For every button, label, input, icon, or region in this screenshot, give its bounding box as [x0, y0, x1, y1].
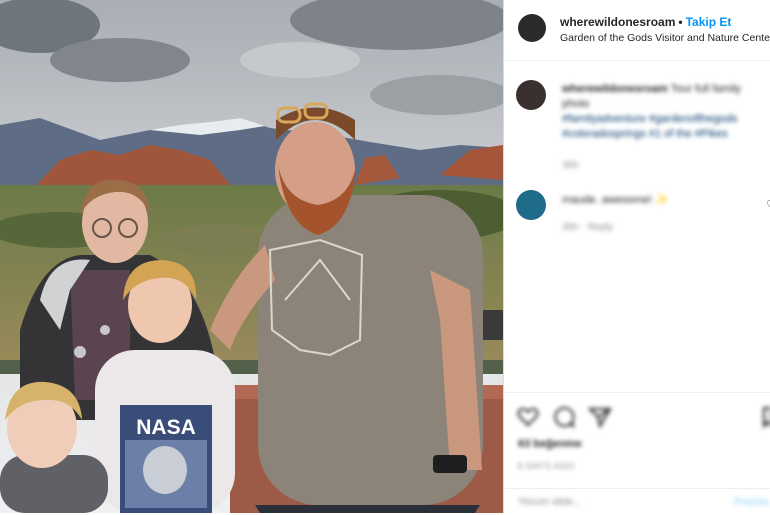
post-actions: 63 beğenme 6 DAYS AGO Yorum ekle... Payl…	[504, 392, 770, 514]
add-comment-row: Yorum ekle... Paylaş	[504, 488, 770, 515]
post-date: 6 DAYS AGO	[518, 461, 575, 471]
comment-avatar[interactable]	[516, 190, 546, 220]
comment-username[interactable]: wherewildonesroam	[562, 83, 668, 95]
post-comment-button[interactable]: Paylaş	[734, 495, 769, 510]
separator-dot: •	[678, 15, 683, 29]
post-photo[interactable]: NASA	[0, 0, 503, 513]
comment-timestamp: 36h	[562, 160, 579, 171]
caption-hashtags[interactable]: #familyadventure #gardenofthegods #color…	[562, 112, 762, 142]
follow-button[interactable]: Takip Et	[686, 15, 732, 29]
heart-icon[interactable]	[516, 405, 540, 429]
location-link[interactable]: Garden of the Gods Visitor and Nature Ce…	[560, 32, 770, 44]
share-icon[interactable]	[588, 405, 612, 429]
comment-like-icon[interactable]: ♡	[766, 198, 770, 212]
username-link[interactable]: wherewildonesroam	[560, 15, 675, 29]
comment-body: maude. awesome! ✨	[562, 194, 669, 206]
nasa-shirt-text: NASA	[136, 416, 196, 439]
comment-avatar[interactable]	[516, 80, 546, 110]
header-user-line: wherewildonesroam • Takip Et	[560, 15, 731, 29]
post-side-panel: wherewildonesroam • Takip Et Garden of the…	[503, 0, 770, 513]
post-header: wherewildonesroam • Takip Et Garden of the…	[504, 0, 770, 61]
bookmark-icon[interactable]	[762, 405, 770, 429]
comment-meta[interactable]: 35h · Reply	[562, 220, 613, 235]
family-photo-illustration: NASA	[0, 0, 503, 513]
comment-icon[interactable]	[552, 405, 576, 429]
likes-count[interactable]: 63 beğenme	[518, 437, 582, 452]
caption-text: wherewildonesroam Tour full family photo…	[562, 82, 762, 142]
add-comment-input[interactable]: Yorum ekle...	[518, 495, 582, 510]
user-avatar[interactable]	[518, 14, 546, 42]
